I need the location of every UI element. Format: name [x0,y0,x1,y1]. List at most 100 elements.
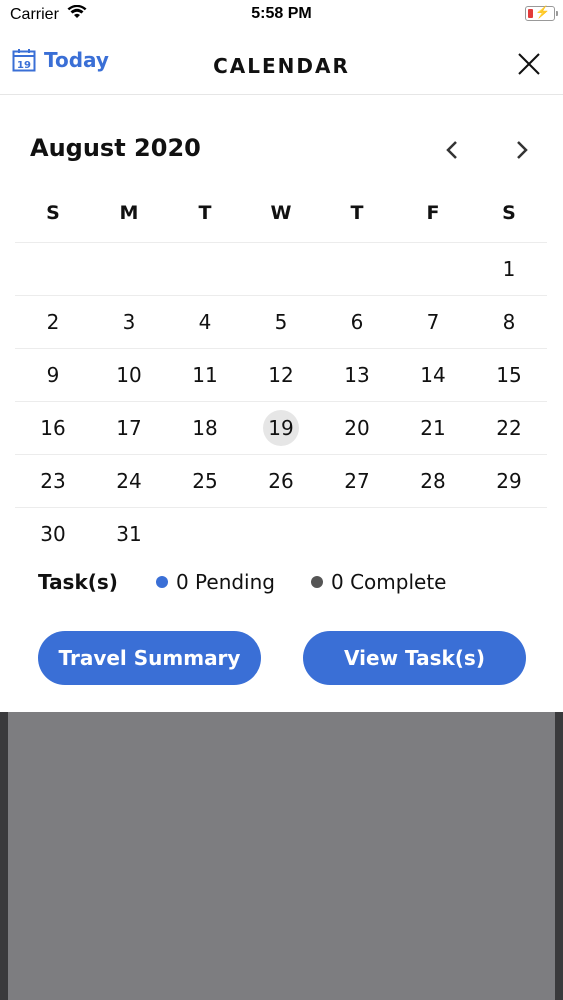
chevron-left-icon[interactable] [441,138,465,162]
calendar-day-label: 7 [426,310,440,334]
status-bar: Carrier 5:58 PM ⚡ [0,0,563,30]
calendar-day[interactable]: 17 [91,402,167,454]
complete-legend: 0 Complete [311,570,446,594]
calendar-day[interactable]: 20 [319,402,395,454]
weeks-container: 1 2 3 4 5 6 7 8 9 10 11 12 13 14 15 16 17 18 19 20 21 22 23 24 2… [15,243,547,560]
calendar-grid: S M T W T F S 1 2 3 4 5 6 7 8 9 10 11 12 13 14 15 16 17 1… [15,200,547,560]
calendar-day-label: 8 [502,310,516,334]
calendar-day[interactable]: 12 [243,349,319,401]
calendar-day-label: 15 [496,363,522,387]
background-overlay[interactable] [0,712,563,1000]
calendar-day[interactable]: 15 [471,349,547,401]
calendar-day[interactable]: 21 [395,402,471,454]
calendar-empty-cell [471,508,547,560]
calendar-day[interactable]: 19 [243,402,319,454]
calendar-day-label: 14 [420,363,446,387]
calendar-day[interactable]: 26 [243,455,319,507]
calendar-day-label: 18 [192,416,218,440]
calendar-day-label: 22 [496,416,522,440]
weekday-label: S [502,202,516,224]
calendar-day-label [111,251,147,287]
calendar-sheet: 19 Today CALENDAR August 2020 S M T W T … [0,30,563,712]
calendar-week-row: 9 10 11 12 13 14 15 [15,349,547,402]
tasks-label: Task(s) [38,570,118,594]
calendar-day-label: 19 [263,410,299,446]
task-summary: Task(s) 0 Pending 0 Complete [38,568,538,596]
calendar-day[interactable]: 8 [471,296,547,348]
complete-dot-icon [311,576,323,588]
calendar-day[interactable]: 25 [167,455,243,507]
calendar-day-label: 21 [420,416,446,440]
calendar-day[interactable]: 29 [471,455,547,507]
month-label: August 2020 [30,134,201,162]
calendar-day-label: 30 [40,522,66,546]
travel-summary-button[interactable]: Travel Summary [38,631,261,685]
calendar-day[interactable]: 16 [15,402,91,454]
calendar-day-label: 5 [274,310,288,334]
weekday-label: W [270,202,292,224]
calendar-empty-cell [395,243,471,295]
calendar-day-label: 20 [344,416,370,440]
calendar-day-label: 3 [122,310,136,334]
calendar-day-label: 28 [420,469,446,493]
calendar-day-label: 31 [116,522,142,546]
calendar-day-label [491,516,527,552]
calendar-day-label: 23 [40,469,66,493]
calendar-day-label [187,251,223,287]
close-icon[interactable] [517,52,541,76]
view-tasks-button[interactable]: View Task(s) [303,631,526,685]
weekday-label: T [350,202,364,224]
calendar-day-label [339,251,375,287]
calendar-day-label: 1 [502,257,516,281]
calendar-day[interactable]: 27 [319,455,395,507]
calendar-header: 19 Today CALENDAR [0,30,563,95]
calendar-day[interactable]: 31 [91,508,167,560]
calendar-day[interactable]: 10 [91,349,167,401]
calendar-week-row: 23 24 25 26 27 28 29 [15,455,547,508]
calendar-week-row: 30 31 [15,508,547,560]
month-row: August 2020 [30,134,533,166]
pending-dot-icon [155,576,168,588]
calendar-day-label: 4 [198,310,212,334]
weekday-label: S [46,202,60,224]
calendar-day[interactable]: 9 [15,349,91,401]
calendar-day-label: 29 [496,469,522,493]
calendar-day[interactable]: 11 [167,349,243,401]
calendar-day[interactable]: 3 [91,296,167,348]
pending-legend: 0 Pending [155,570,275,594]
calendar-empty-cell [319,508,395,560]
pending-count: 0 Pending [175,570,275,594]
weekday-row: S M T W T F S [15,200,547,243]
weekday-label: M [119,202,139,224]
calendar-empty-cell [15,243,91,295]
calendar-day[interactable]: 22 [471,402,547,454]
calendar-day[interactable]: 2 [15,296,91,348]
calendar-empty-cell [395,508,471,560]
chevron-right-icon[interactable] [509,138,533,162]
calendar-day[interactable]: 23 [15,455,91,507]
status-time: 5:58 PM [251,5,312,22]
overlay-edge [555,712,563,1000]
calendar-day[interactable]: 28 [395,455,471,507]
calendar-empty-cell [243,508,319,560]
calendar-day[interactable]: 1 [471,243,547,295]
calendar-day-label [263,251,299,287]
complete-count: 0 Complete [331,570,447,594]
calendar-day[interactable]: 14 [395,349,471,401]
calendar-day[interactable]: 24 [91,455,167,507]
calendar-day-label: 25 [192,469,218,493]
calendar-day[interactable]: 7 [395,296,471,348]
calendar-empty-cell [167,508,243,560]
calendar-day[interactable]: 30 [15,508,91,560]
calendar-day[interactable]: 5 [243,296,319,348]
calendar-day-label: 2 [46,310,60,334]
calendar-week-row: 1 [15,243,547,296]
calendar-day[interactable]: 6 [319,296,395,348]
calendar-day[interactable]: 13 [319,349,395,401]
calendar-empty-cell [243,243,319,295]
calendar-day[interactable]: 18 [167,402,243,454]
calendar-day-label: 17 [116,416,142,440]
calendar-day-label [415,251,451,287]
calendar-day-label: 16 [40,416,66,440]
calendar-day[interactable]: 4 [167,296,243,348]
